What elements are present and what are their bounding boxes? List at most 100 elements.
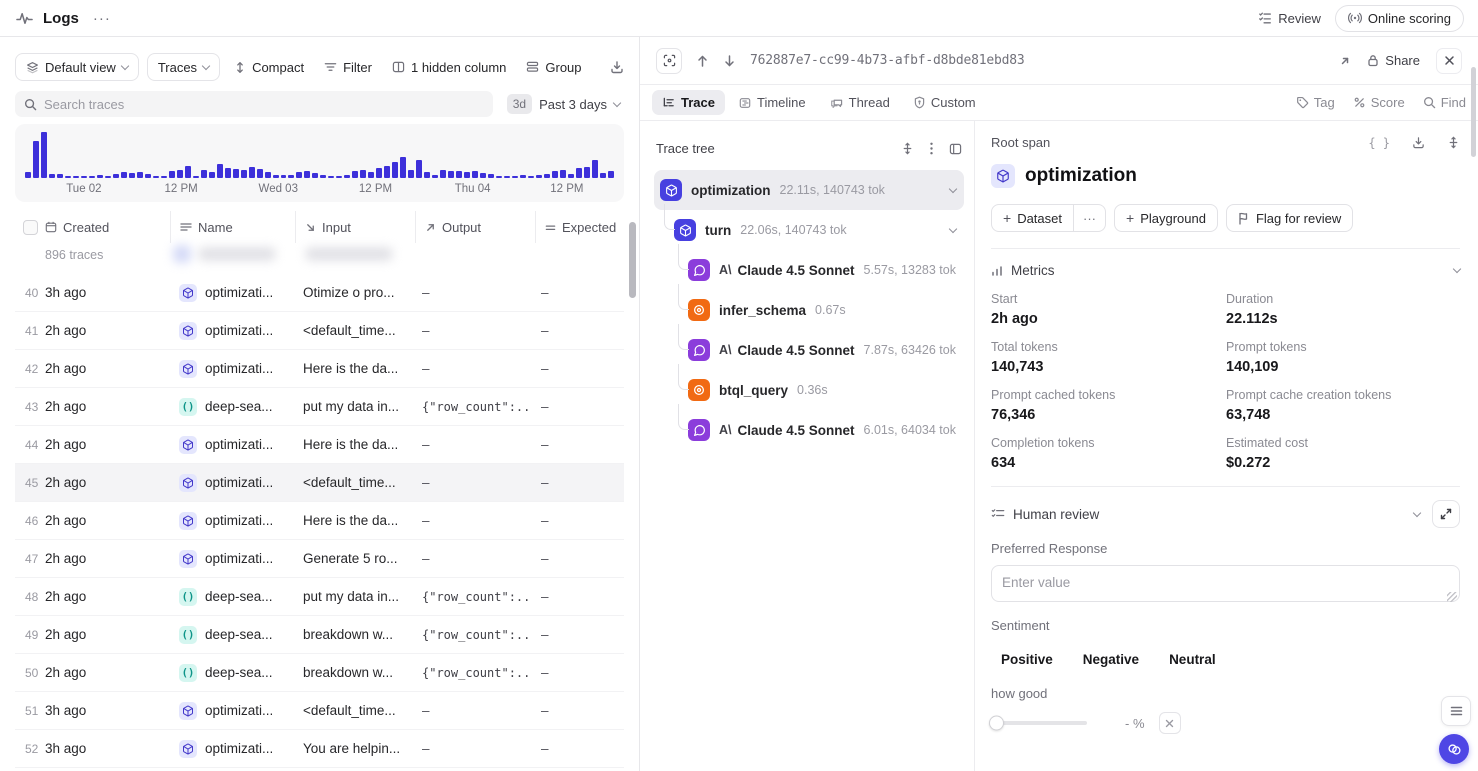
histogram-bar[interactable] <box>89 176 95 178</box>
histogram-bar[interactable] <box>496 176 502 178</box>
compact-toggle[interactable]: Compact <box>228 53 310 81</box>
histogram-bar[interactable] <box>233 169 239 178</box>
dataset-options-button[interactable]: ··· <box>1074 204 1106 232</box>
table-row[interactable]: 403h agooptimizati...Otimize o pro...–– <box>15 274 624 312</box>
tab-custom[interactable]: Custom <box>904 90 986 115</box>
histogram-bar[interactable] <box>424 172 430 178</box>
histogram-bar[interactable] <box>209 172 215 178</box>
histogram-bar[interactable] <box>384 166 390 178</box>
flag-for-review-button[interactable]: Flag for review <box>1226 204 1353 232</box>
more-menu-button[interactable]: ··· <box>89 8 115 29</box>
assistant-fab[interactable] <box>1439 734 1469 764</box>
histogram-bar[interactable] <box>105 176 111 178</box>
detail-scrollbar[interactable] <box>1471 67 1476 157</box>
histogram-bar[interactable] <box>296 172 302 178</box>
prev-trace-button[interactable] <box>696 54 709 68</box>
histogram-bar[interactable] <box>97 175 103 178</box>
histogram-bar[interactable] <box>584 167 590 178</box>
histogram-bar[interactable] <box>568 174 574 178</box>
histogram-bar[interactable] <box>41 132 47 178</box>
histogram-bar[interactable] <box>592 160 598 178</box>
histogram-bar[interactable] <box>161 176 167 178</box>
collapse-panel-icon[interactable] <box>949 143 962 155</box>
histogram-bar[interactable] <box>608 171 614 178</box>
histogram-bar[interactable] <box>249 167 255 178</box>
table-row[interactable]: 513h agooptimizati...<default_time...–– <box>15 692 624 730</box>
table-row[interactable]: 523h agooptimizati...You are helpin...–– <box>15 730 624 768</box>
table-row[interactable]: 502h ago()deep-sea...breakdown w...{"row… <box>15 654 624 692</box>
tree-node[interactable]: optimization22.11s, 140743 tok <box>654 170 964 210</box>
histogram-bar[interactable] <box>304 171 310 178</box>
preferred-response-input[interactable] <box>991 565 1460 602</box>
mode-selector[interactable]: Traces <box>147 53 220 81</box>
tab-thread[interactable]: Thread <box>820 90 900 115</box>
tree-node[interactable]: btql_query0.36s <box>654 370 964 410</box>
histogram-bar[interactable] <box>376 168 382 178</box>
histogram-bar[interactable] <box>217 164 223 178</box>
histogram-bar[interactable] <box>145 174 151 178</box>
histogram-bar[interactable] <box>544 174 550 178</box>
tree-node[interactable]: A\Claude 4.5 Sonnet5.57s, 13283 tok <box>654 250 964 290</box>
feedback-menu-button[interactable] <box>1441 696 1471 726</box>
histogram-bar[interactable] <box>57 174 63 178</box>
table-row[interactable]: 442h agooptimizati...Here is the da...–– <box>15 426 624 464</box>
sentiment-positive-button[interactable]: Positive <box>991 646 1063 673</box>
histogram-bar[interactable] <box>416 160 422 178</box>
table-scrollbar[interactable] <box>629 222 636 298</box>
histogram-bar[interactable] <box>81 176 87 178</box>
histogram-bar[interactable] <box>512 176 518 178</box>
histogram-bar[interactable] <box>488 174 494 178</box>
histogram-bar[interactable] <box>552 171 558 178</box>
select-all-checkbox[interactable] <box>23 220 38 235</box>
chevron-down-icon[interactable] <box>949 184 957 192</box>
histogram-bar[interactable] <box>265 172 271 178</box>
histogram-bar[interactable] <box>440 170 446 178</box>
histogram-bar[interactable] <box>169 171 175 178</box>
tab-trace[interactable]: Trace <box>652 90 725 115</box>
score-button[interactable]: Score <box>1353 95 1405 110</box>
histogram-bar[interactable] <box>504 176 510 178</box>
histogram-bar[interactable] <box>320 175 326 178</box>
add-to-playground-button[interactable]: + Playground <box>1114 204 1218 232</box>
tab-timeline[interactable]: Timeline <box>729 90 816 115</box>
histogram-bar[interactable] <box>536 175 542 178</box>
clear-score-button[interactable] <box>1159 712 1181 734</box>
histogram-bar[interactable] <box>600 173 606 178</box>
download-icon[interactable] <box>1412 136 1425 149</box>
histogram-bar[interactable] <box>153 176 159 178</box>
histogram-bar[interactable] <box>25 172 31 178</box>
review-button[interactable]: Review <box>1258 11 1321 26</box>
histogram-bar[interactable] <box>456 171 462 178</box>
histogram-bar[interactable] <box>113 174 119 178</box>
histogram-bar[interactable] <box>464 172 470 178</box>
histogram-bar[interactable] <box>472 171 478 178</box>
histogram-bar[interactable] <box>137 172 143 178</box>
histogram-bar[interactable] <box>177 170 183 178</box>
next-trace-button[interactable] <box>723 54 736 68</box>
column-header-expected[interactable]: Expected <box>536 220 624 235</box>
column-header-name[interactable]: Name <box>171 220 295 235</box>
search-input[interactable] <box>44 97 484 112</box>
histogram-bar[interactable] <box>400 157 406 178</box>
table-row[interactable]: 412h agooptimizati...<default_time...–– <box>15 312 624 350</box>
add-to-dataset-button[interactable]: + Dataset <box>991 204 1074 232</box>
histogram-bar[interactable] <box>33 141 39 178</box>
online-scoring-button[interactable]: Online scoring <box>1335 5 1464 32</box>
chevron-down-icon[interactable] <box>949 224 957 232</box>
histogram-bar[interactable] <box>328 176 334 178</box>
histogram-bar[interactable] <box>225 168 231 178</box>
histogram-bar[interactable] <box>368 172 374 178</box>
histogram-bar[interactable] <box>448 171 454 178</box>
sentiment-neutral-button[interactable]: Neutral <box>1159 646 1226 673</box>
histogram-bar[interactable] <box>65 176 71 178</box>
histogram-bar[interactable] <box>520 175 526 178</box>
histogram-bar[interactable] <box>129 173 135 178</box>
close-button[interactable] <box>1436 48 1462 74</box>
column-header-created[interactable]: Created <box>45 220 170 235</box>
tree-node[interactable]: turn22.06s, 140743 tok <box>654 210 964 250</box>
filter-button[interactable]: Filter <box>318 53 378 81</box>
more-options-icon[interactable] <box>930 142 933 155</box>
histogram-bar[interactable] <box>312 173 318 178</box>
find-button[interactable]: Find <box>1423 95 1466 110</box>
json-view-icon[interactable]: { } <box>1368 136 1390 150</box>
